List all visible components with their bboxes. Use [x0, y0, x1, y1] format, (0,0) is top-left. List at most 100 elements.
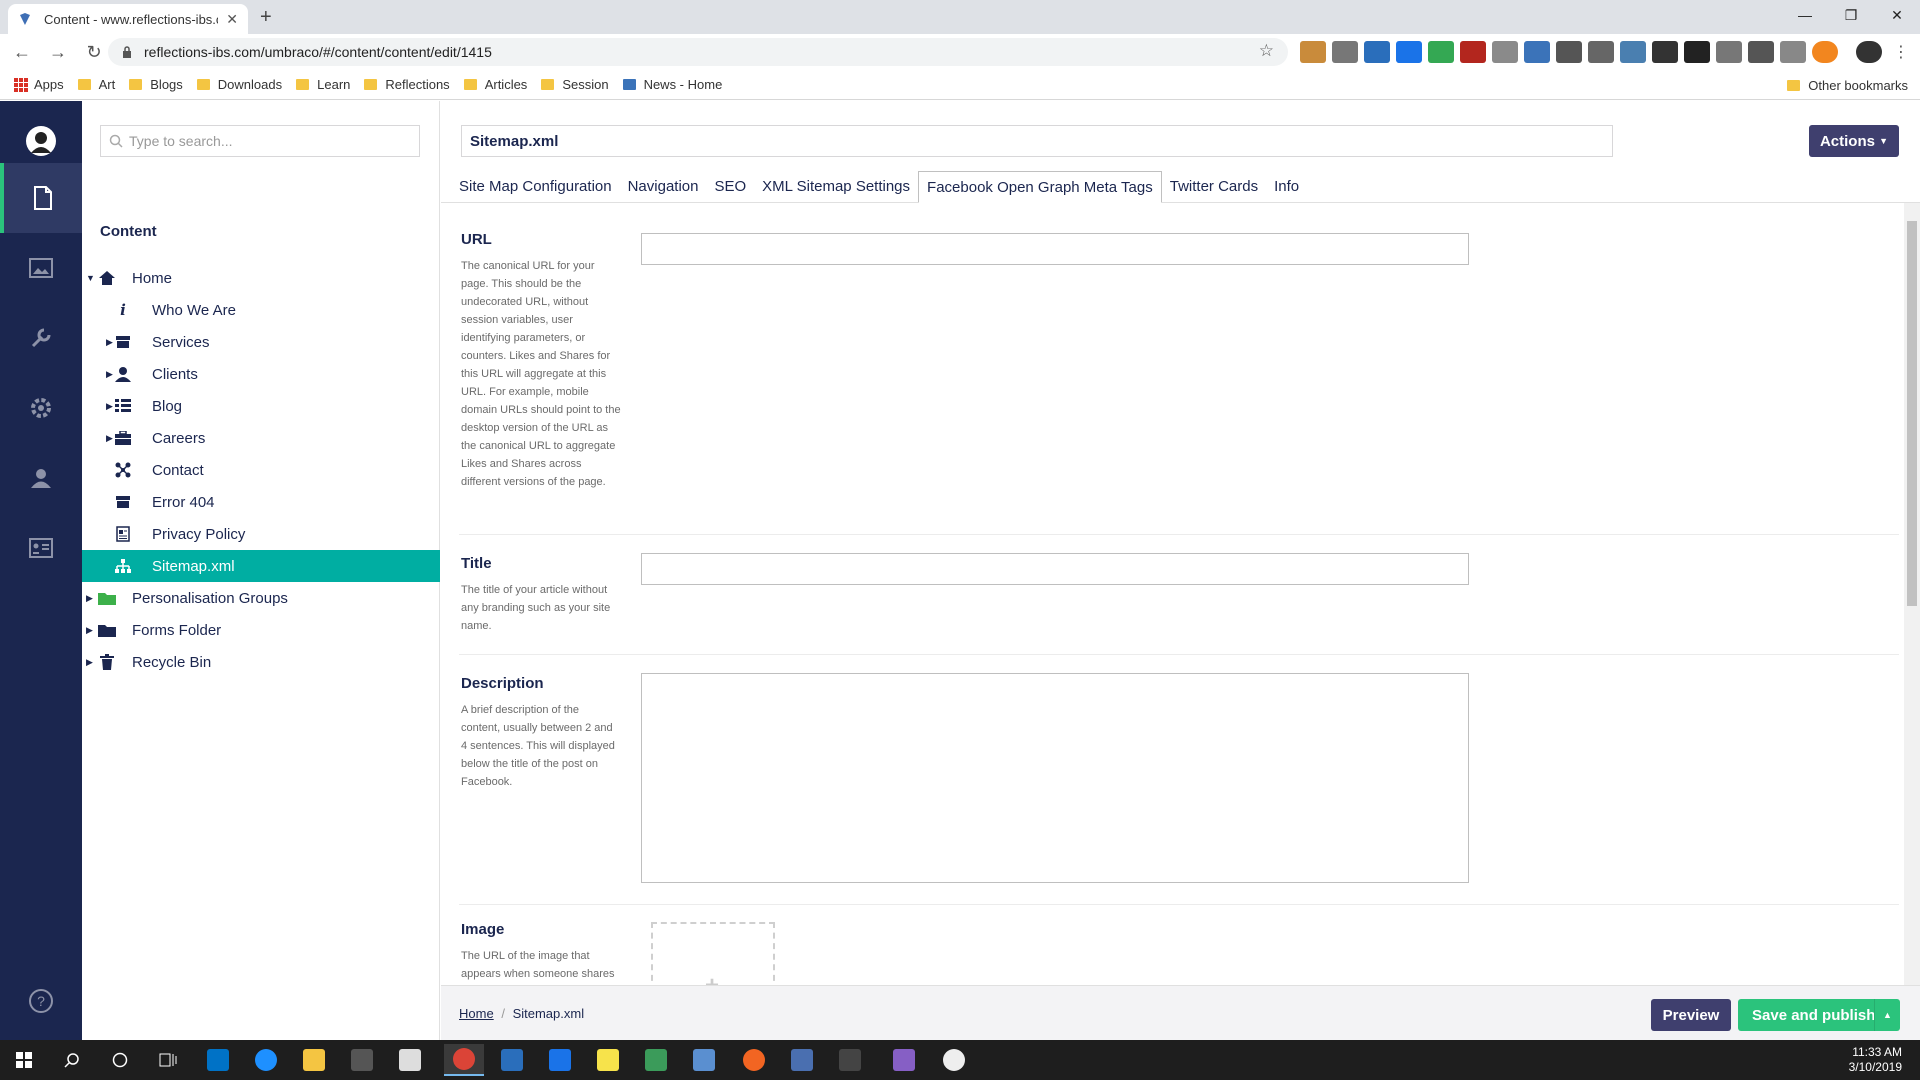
scrollbar-thumb[interactable]: [1907, 221, 1917, 606]
app-icon[interactable]: [934, 1044, 974, 1076]
profile-avatar[interactable]: [1856, 41, 1882, 63]
search-icon[interactable]: [52, 1044, 92, 1076]
scrollbar[interactable]: [1904, 203, 1920, 985]
tree-node-home[interactable]: ▼ Home: [82, 262, 440, 294]
extension-icon[interactable]: [1332, 41, 1358, 63]
section-media[interactable]: [0, 233, 82, 303]
extension-icon[interactable]: [1556, 41, 1582, 63]
extension-icon[interactable]: [1428, 41, 1454, 63]
tab-seo[interactable]: SEO: [706, 171, 754, 203]
caret-right-icon[interactable]: ▶: [106, 337, 113, 348]
tree-node-sitemap-xml[interactable]: Sitemap.xml: [82, 550, 440, 582]
windows-start-icon[interactable]: [4, 1044, 44, 1076]
caret-right-icon[interactable]: ▶: [86, 625, 93, 636]
mail-icon[interactable]: [390, 1044, 430, 1076]
bookmark-apps[interactable]: Apps: [14, 77, 64, 92]
app-icon[interactable]: [734, 1044, 774, 1076]
edge-icon[interactable]: [246, 1044, 286, 1076]
save-and-publish-button[interactable]: Save and publish ▲: [1738, 999, 1900, 1031]
caret-right-icon[interactable]: ▶: [86, 593, 93, 604]
image-picker[interactable]: +: [651, 922, 775, 985]
app-icon[interactable]: [492, 1044, 532, 1076]
visual-studio-icon[interactable]: [884, 1044, 924, 1076]
tab-twitter-cards[interactable]: Twitter Cards: [1162, 171, 1266, 203]
close-window-icon[interactable]: ✕: [1874, 0, 1920, 30]
caret-right-icon[interactable]: ▶: [106, 401, 113, 412]
section-members[interactable]: [0, 513, 82, 583]
task-view-icon[interactable]: [148, 1044, 188, 1076]
sticky-notes-icon[interactable]: [588, 1044, 628, 1076]
back-icon[interactable]: ←: [8, 42, 36, 63]
title-input[interactable]: [641, 553, 1469, 585]
browser-tab[interactable]: Content - www.reflections-ibs.co ✕: [8, 4, 248, 34]
bookmark-star-icon[interactable]: ☆: [1259, 41, 1274, 61]
tree-node-personalisation-groups[interactable]: ▶ Personalisation Groups: [82, 582, 440, 614]
app-icon[interactable]: [830, 1044, 870, 1076]
tree-search-input[interactable]: Type to search...: [100, 125, 420, 157]
extension-icon[interactable]: [1684, 41, 1710, 63]
caret-up-icon[interactable]: ▲: [1874, 999, 1900, 1031]
close-tab-icon[interactable]: ✕: [226, 11, 238, 28]
restore-icon[interactable]: ❐: [1828, 0, 1874, 30]
tree-node-blog[interactable]: ▶ Blog: [82, 390, 440, 422]
cortana-icon[interactable]: [100, 1044, 140, 1076]
actions-button[interactable]: Actions ▼: [1809, 125, 1899, 157]
tree-node-contact[interactable]: Contact: [82, 454, 440, 486]
menu-icon[interactable]: ⋮: [1888, 41, 1914, 63]
tree-node-careers[interactable]: ▶ Careers: [82, 422, 440, 454]
caret-right-icon[interactable]: ▶: [106, 369, 113, 380]
chrome-icon[interactable]: [444, 1044, 484, 1076]
preview-button[interactable]: Preview: [1651, 999, 1731, 1031]
bookmark-blogs[interactable]: Blogs: [129, 77, 183, 92]
caret-right-icon[interactable]: ▶: [106, 433, 113, 444]
section-users[interactable]: [0, 443, 82, 513]
tab-facebook-open-graph-meta-tags[interactable]: Facebook Open Graph Meta Tags: [918, 171, 1162, 203]
tree-node-privacy-policy[interactable]: Privacy Policy: [82, 518, 440, 550]
extension-icon[interactable]: [1588, 41, 1614, 63]
app-icon[interactable]: [636, 1044, 676, 1076]
extension-icon[interactable]: [1652, 41, 1678, 63]
app-icon[interactable]: [782, 1044, 822, 1076]
section-developer[interactable]: [0, 373, 82, 443]
document-name-input[interactable]: Sitemap.xml: [461, 125, 1613, 157]
bookmark-downloads[interactable]: Downloads: [196, 77, 282, 92]
file-explorer-icon[interactable]: [294, 1044, 334, 1076]
app-icon[interactable]: [540, 1044, 580, 1076]
tree-node-clients[interactable]: ▶ Clients: [82, 358, 440, 390]
app-icon[interactable]: [684, 1044, 724, 1076]
extension-icon[interactable]: [1748, 41, 1774, 63]
bookmark-news-home[interactable]: News - Home: [622, 77, 722, 92]
extension-icon[interactable]: [1524, 41, 1550, 63]
forward-icon[interactable]: →: [44, 42, 72, 63]
url-input[interactable]: [641, 233, 1469, 265]
breadcrumb-home[interactable]: Home: [459, 1006, 494, 1021]
section-content[interactable]: [0, 163, 82, 233]
bookmark-articles[interactable]: Articles: [463, 77, 527, 92]
bookmark-reflections[interactable]: Reflections: [364, 77, 450, 92]
section-help[interactable]: ?: [0, 966, 82, 1036]
tree-node-error-404[interactable]: Error 404: [82, 486, 440, 518]
other-bookmarks[interactable]: Other bookmarks: [1787, 78, 1908, 93]
minimize-icon[interactable]: —: [1782, 0, 1828, 30]
caret-right-icon[interactable]: ▶: [86, 657, 93, 668]
extension-icon[interactable]: [1364, 41, 1390, 63]
outlook-icon[interactable]: [198, 1044, 238, 1076]
extension-icon[interactable]: [1812, 41, 1838, 63]
extension-icon[interactable]: [1460, 41, 1486, 63]
tab-site-map-configuration[interactable]: Site Map Configuration: [451, 171, 620, 203]
tree-node-who-we-are[interactable]: i Who We Are: [82, 294, 440, 326]
caret-down-icon[interactable]: ▼: [86, 273, 95, 283]
extension-icon[interactable]: [1300, 41, 1326, 63]
extension-icon[interactable]: [1620, 41, 1646, 63]
tree-node-forms-folder[interactable]: ▶ Forms Folder: [82, 614, 440, 646]
extension-icon[interactable]: [1716, 41, 1742, 63]
tab-navigation[interactable]: Navigation: [620, 171, 707, 203]
reload-icon[interactable]: ↻: [80, 42, 108, 63]
bookmark-art[interactable]: Art: [77, 77, 115, 92]
bookmark-session[interactable]: Session: [541, 77, 609, 92]
description-textarea[interactable]: [641, 673, 1469, 883]
tree-node-services[interactable]: ▶ Services: [82, 326, 440, 358]
system-clock[interactable]: 11:33 AM 3/10/2019: [1849, 1045, 1902, 1075]
new-tab-icon[interactable]: +: [260, 6, 272, 29]
section-settings[interactable]: [0, 303, 82, 373]
